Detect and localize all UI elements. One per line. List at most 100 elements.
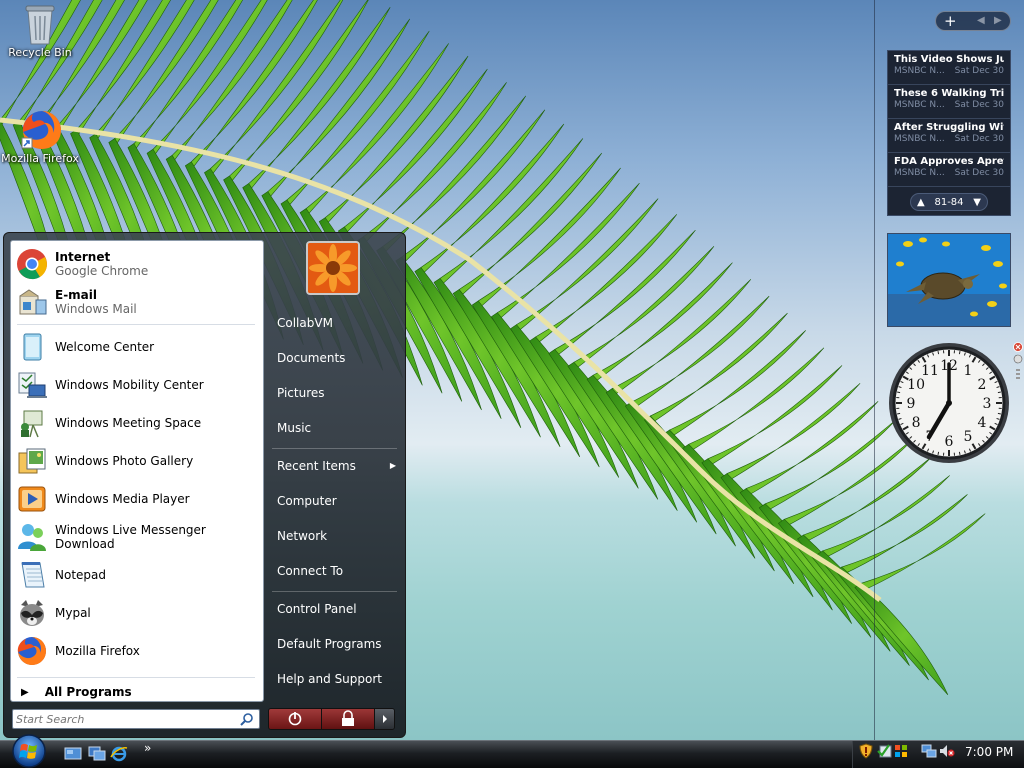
all-programs-button[interactable]: ▶ All Programs [11, 682, 263, 702]
svg-text:3: 3 [983, 396, 992, 412]
svg-text:5: 5 [964, 429, 973, 445]
start-link-computer[interactable]: Computer [272, 489, 400, 513]
start-orb-button[interactable] [6, 733, 52, 768]
svg-text:1: 1 [964, 363, 973, 379]
feed-up-icon[interactable]: ▲ [917, 197, 925, 208]
start-menu: Internet Google Chrome E-mail Windows Mail… [3, 232, 406, 738]
search-icon[interactable] [240, 712, 254, 726]
flower-icon [308, 243, 358, 293]
feed-title: After Struggling Wit... [894, 122, 1004, 133]
svg-text:6: 6 [945, 434, 954, 450]
slideshow-gadget[interactable] [887, 233, 1011, 327]
feed-title: FDA Approves Apret... [894, 156, 1004, 167]
internet-explorer-icon[interactable] [110, 746, 128, 762]
volume-muted-icon[interactable] [939, 743, 955, 759]
start-link-label: Pictures [277, 386, 325, 400]
sidebar-controls: + ◀ ▶ [935, 11, 1011, 31]
svg-text:8: 8 [912, 415, 921, 431]
gadget-options-icon[interactable] [1013, 354, 1023, 364]
feed-item[interactable]: After Struggling Wit... MSNBC N... Sat De… [888, 119, 1010, 153]
svg-text:4: 4 [977, 415, 986, 431]
start-link-music[interactable]: Music [272, 416, 400, 440]
recent-item-messenger[interactable]: Windows Live Messenger Download [11, 518, 263, 556]
gadget-controls [1013, 342, 1023, 379]
start-link-connect-to[interactable]: Connect To [272, 559, 400, 583]
start-link-label: Network [277, 529, 328, 543]
desktop-icon-label: Recycle Bin [8, 46, 72, 59]
power-button[interactable] [269, 709, 322, 729]
close-gadget-icon[interactable] [1013, 342, 1023, 352]
windows-flag-icon[interactable] [893, 743, 909, 759]
power-icon [288, 712, 302, 726]
sea-turtle-photo [888, 234, 1010, 326]
start-link-default-programs[interactable]: Default Programs [272, 632, 400, 656]
add-gadget-icon[interactable]: + [944, 12, 957, 30]
feed-source: MSNBC N... [894, 168, 945, 178]
firefox-icon [17, 637, 46, 665]
messenger-icon [18, 524, 46, 551]
show-desktop-icon[interactable] [64, 746, 82, 762]
recent-item-meeting-space[interactable]: Windows Meeting Space [11, 404, 263, 442]
recycle-bin-icon [20, 2, 60, 45]
start-search-box[interactable] [12, 709, 260, 729]
feed-headlines-gadget: This Video Shows Jus... MSNBC N... Sat De… [887, 50, 1011, 216]
security-shield-icon[interactable] [858, 743, 874, 759]
start-menu-programs-pane: Internet Google Chrome E-mail Windows Mail… [10, 240, 264, 702]
chevron-right-icon [383, 715, 387, 723]
feed-pager: ▲ 81-84 ▼ [910, 193, 988, 211]
update-icon[interactable] [877, 743, 893, 759]
start-link-collabvm[interactable]: CollabVM [272, 311, 400, 335]
start-link-label: Documents [277, 351, 346, 365]
pinned-item-email[interactable]: E-mail Windows Mail [11, 283, 263, 321]
recent-item-notepad[interactable]: Notepad [11, 556, 263, 594]
user-account-picture[interactable] [306, 241, 360, 295]
start-link-control-panel[interactable]: Control Panel [272, 597, 400, 621]
start-link-label: Help and Support [277, 672, 382, 686]
shutdown-options-button[interactable] [375, 709, 394, 729]
recent-item-media-player[interactable]: Windows Media Player [11, 480, 263, 518]
pinned-separator [17, 324, 255, 325]
recent-item-firefox[interactable]: Mozilla Firefox [11, 632, 263, 670]
start-right-separator [272, 591, 397, 592]
previous-page-icon[interactable]: ◀ [977, 13, 985, 29]
program-name: Mypal [55, 606, 91, 620]
quick-launch-more[interactable]: » [144, 741, 151, 755]
start-search-input[interactable] [16, 711, 236, 727]
start-link-pictures[interactable]: Pictures [272, 381, 400, 405]
recent-item-mypal[interactable]: Mypal [11, 594, 263, 632]
feed-item[interactable]: FDA Approves Apret... MSNBC N... Sat Dec … [888, 153, 1010, 187]
switch-windows-icon[interactable] [88, 746, 106, 762]
start-link-documents[interactable]: Documents [272, 346, 400, 370]
recent-item-welcome-center[interactable]: Welcome Center [11, 328, 263, 366]
lock-button[interactable] [322, 709, 375, 729]
program-name: Welcome Center [55, 340, 155, 354]
recent-item-photo-gallery[interactable]: Windows Photo Gallery [11, 442, 263, 480]
program-name: Windows Meeting Space [55, 416, 202, 430]
start-link-label: Computer [277, 494, 337, 508]
start-link-help-and-support[interactable]: Help and Support [272, 667, 400, 691]
triangle-right-icon: ▶ [21, 686, 29, 698]
firefox-icon [20, 108, 61, 149]
pinned-item-internet[interactable]: Internet Google Chrome [11, 245, 263, 283]
start-link-recent-items[interactable]: Recent Items ▶ [272, 454, 400, 478]
notepad-icon [21, 562, 45, 588]
recent-item-mobility-center[interactable]: Windows Mobility Center [11, 366, 263, 404]
feed-item[interactable]: These 6 Walking Tric... MSNBC N... Sat De… [888, 85, 1010, 119]
start-link-network[interactable]: Network [272, 524, 400, 548]
program-name: E-mail [55, 288, 98, 302]
feed-item[interactable]: This Video Shows Jus... MSNBC N... Sat De… [888, 51, 1010, 85]
next-page-icon[interactable]: ▶ [994, 13, 1002, 29]
feed-down-icon[interactable]: ▼ [973, 197, 981, 208]
start-link-label: Music [277, 421, 312, 435]
gadget-drag-handle[interactable] [1016, 369, 1020, 379]
network-icon[interactable] [921, 743, 937, 759]
feed-page-label: 81-84 [934, 196, 964, 208]
desktop-icon-recycle-bin[interactable]: Recycle Bin [0, 2, 80, 59]
clock-gadget[interactable]: 123456789101112 [886, 340, 1012, 466]
sidebar-divider [874, 0, 875, 740]
submenu-arrow-icon: ▶ [389, 461, 396, 470]
taskbar-clock[interactable]: 7:00 PM [965, 745, 1013, 759]
start-link-label: CollabVM [277, 316, 333, 330]
chrome-icon [17, 249, 47, 280]
desktop-icon-firefox[interactable]: Mozilla Firefox [0, 108, 80, 165]
